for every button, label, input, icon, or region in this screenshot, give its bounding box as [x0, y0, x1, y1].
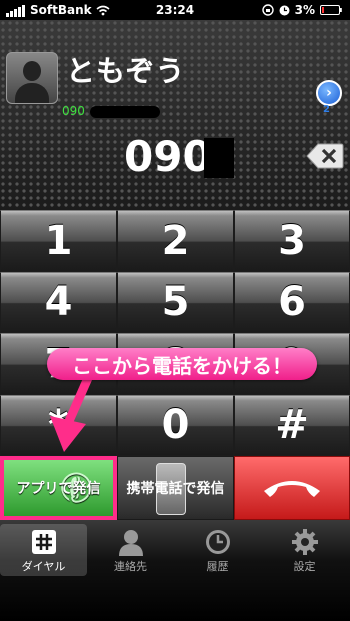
redacted-dialed-digits: [204, 138, 234, 178]
key-2[interactable]: 2: [117, 210, 234, 272]
hangup-handset-icon: [264, 481, 320, 497]
contact-avatar[interactable]: [6, 52, 58, 104]
key-4[interactable]: 4: [0, 271, 117, 333]
key-3[interactable]: 3: [234, 210, 350, 272]
annotation-arrow: [50, 373, 93, 452]
clock-icon: [205, 530, 230, 554]
app-call-button[interactable]: ✆ アプリで発信: [0, 456, 117, 520]
tab-history[interactable]: 履歴: [174, 524, 261, 576]
tab-dial[interactable]: ダイヤル: [0, 524, 87, 576]
key-hash[interactable]: #: [234, 394, 350, 456]
tab-dial-label: ダイヤル: [21, 560, 66, 573]
hangup-button[interactable]: [234, 456, 350, 520]
alarm-icon: [279, 5, 290, 15]
key-5[interactable]: 5: [117, 271, 234, 333]
status-bar: SoftBank 23:24 3%: [0, 0, 350, 20]
battery-icon: [320, 5, 342, 15]
tab-settings-label: 設定: [293, 560, 316, 573]
key-1[interactable]: 1: [0, 210, 117, 272]
contact-detail-button[interactable]: ›: [316, 80, 342, 106]
contact-name[interactable]: ともぞう: [66, 48, 185, 90]
tab-settings[interactable]: 設定: [261, 524, 348, 576]
contact-number: 090: [62, 104, 85, 118]
key-0[interactable]: 0: [117, 394, 234, 456]
keypad-icon: [31, 530, 56, 554]
page-indicator: 2: [323, 104, 330, 115]
contacts-icon: [118, 530, 143, 556]
tab-contacts-label: 連絡先: [114, 560, 147, 573]
call-row: ✆ アプリで発信 携帯電話で発信: [0, 456, 350, 520]
app-call-label: アプリで発信: [16, 481, 101, 497]
battery-percent: 3%: [294, 3, 315, 17]
status-right: 3%: [261, 3, 342, 17]
mobile-call-button[interactable]: 携帯電話で発信: [117, 456, 234, 520]
gear-icon: [291, 529, 318, 555]
tab-history-label: 履歴: [206, 560, 229, 573]
annotation-callout: ここから電話をかける！: [47, 348, 317, 380]
tab-bar: ダイヤル 連絡先 履歴 設定: [0, 520, 350, 621]
key-6[interactable]: 6: [234, 271, 350, 333]
rotation-lock-icon: [261, 4, 274, 16]
tab-contacts[interactable]: 連絡先: [87, 524, 174, 576]
dialed-number: 090: [124, 132, 212, 181]
mobile-call-label: 携帯電話で発信: [126, 481, 225, 497]
redacted-number-bar: [90, 106, 160, 118]
backspace-icon[interactable]: [306, 143, 344, 169]
